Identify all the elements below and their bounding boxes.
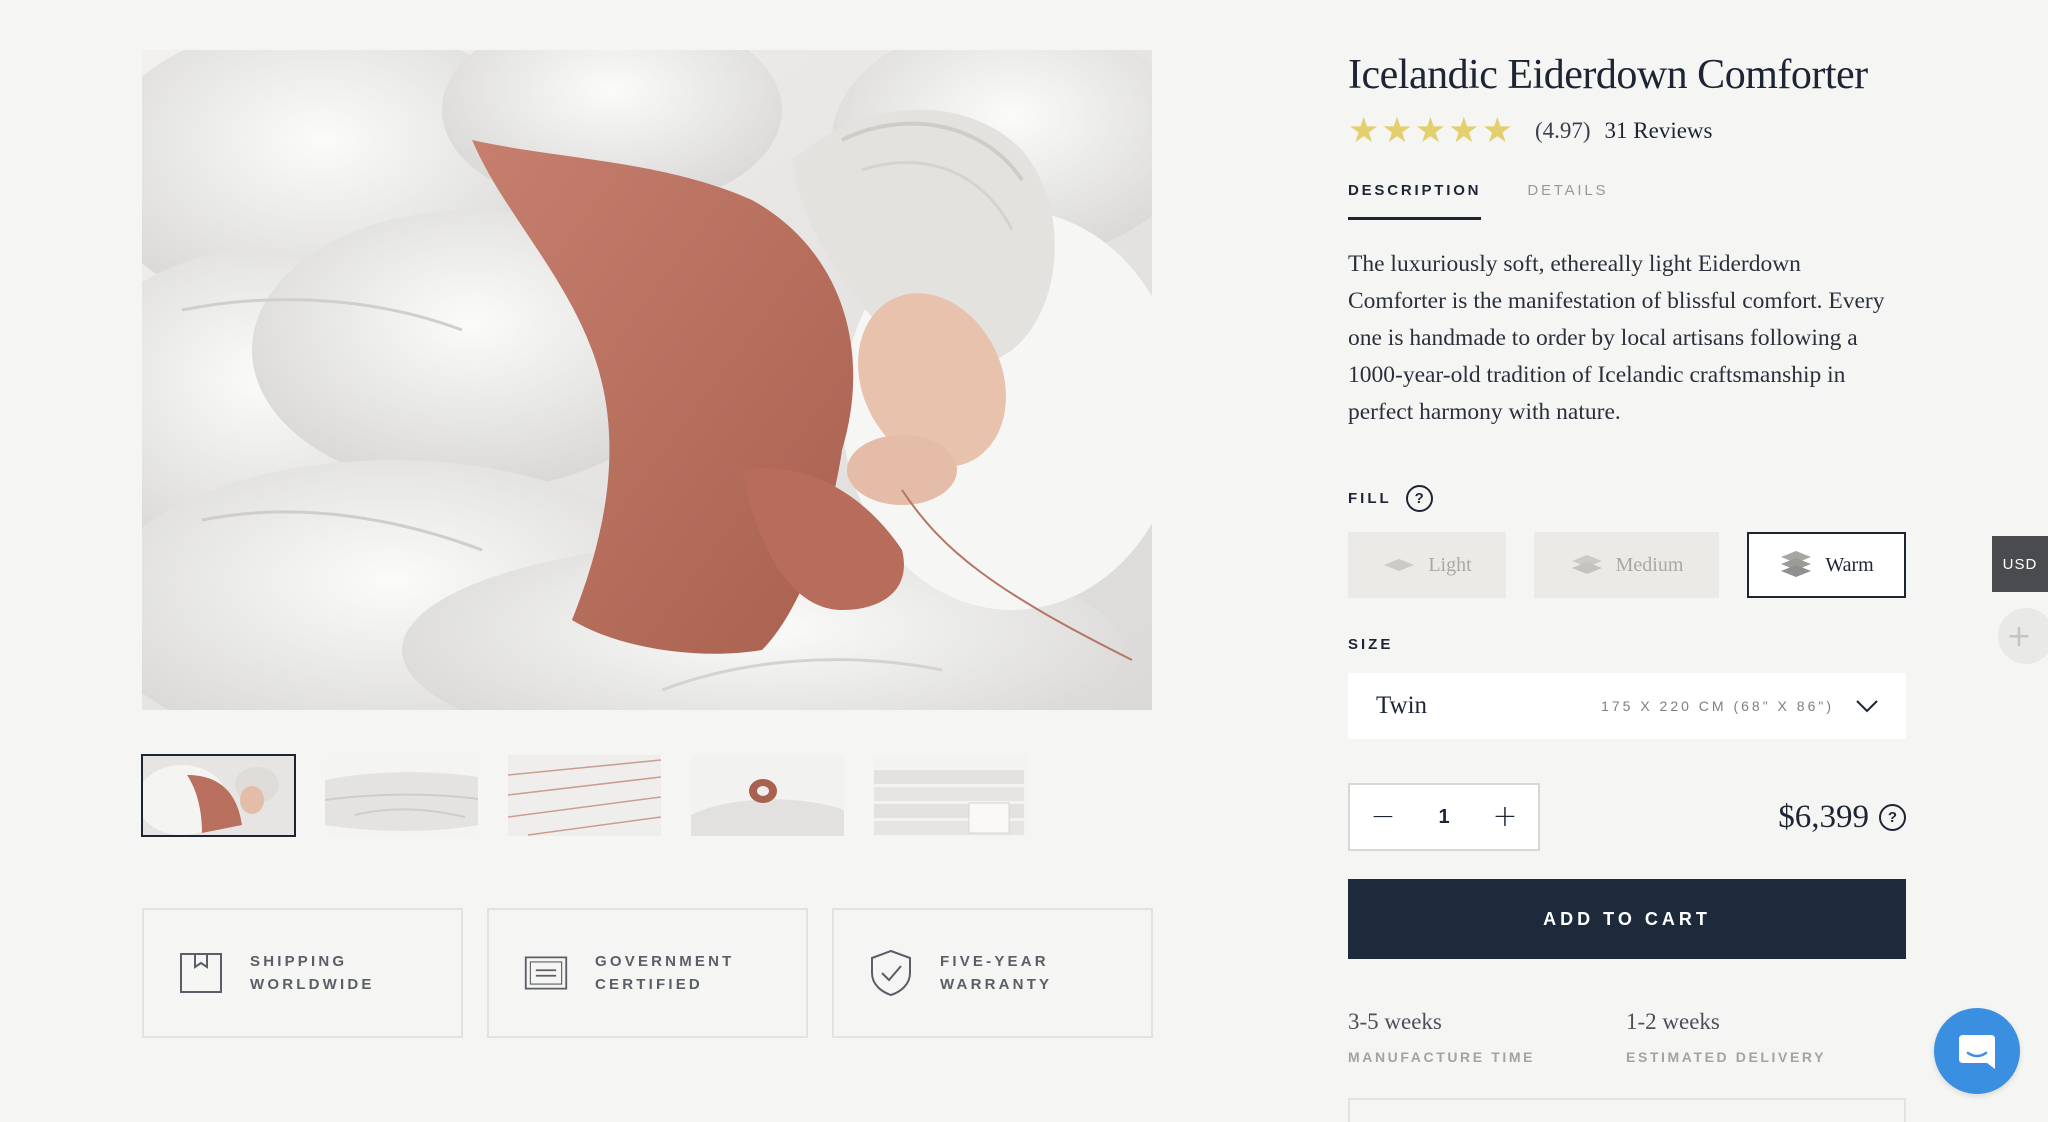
timing-row: 3-5 weeks MANUFACTURE TIME 1-2 weeks EST… [1348, 1009, 1906, 1065]
rating-row: ★ ★ ★ ★ ★ (4.97) 31 Reviews [1348, 112, 1906, 150]
feature-boxes: SHIPPING WORLDWIDE GOVERNMENT CERTIFIED … [142, 908, 1153, 1038]
manufacture-time: 3-5 weeks MANUFACTURE TIME [1348, 1009, 1626, 1065]
thumbnail-1[interactable] [141, 754, 296, 837]
layer-light-icon [1384, 559, 1415, 571]
product-description: The luxuriously soft, ethereally light E… [1348, 251, 1885, 425]
feature-shipping: SHIPPING WORLDWIDE [142, 908, 463, 1038]
chat-launcher-button[interactable] [1934, 1008, 2020, 1094]
manufacture-time-value: 3-5 weeks [1348, 1009, 1442, 1034]
thumbnail-1-artwork [142, 755, 295, 836]
feature-warranty-line2: WARRANTY [940, 976, 1053, 993]
size-dropdown[interactable]: Twin 175 X 220 CM (68" X 86") [1348, 673, 1906, 739]
star-rating-icon: ★ ★ ★ ★ ★ [1348, 113, 1513, 149]
add-to-cart-button[interactable]: ADD TO CART [1348, 879, 1906, 959]
reviews-link[interactable]: 31 Reviews [1605, 118, 1713, 144]
star-icon: ★ [1414, 111, 1447, 151]
thumbnail-5-artwork [874, 755, 1027, 836]
fill-option-warm-label: Warm [1825, 553, 1874, 576]
fill-option-warm[interactable]: Warm [1747, 532, 1906, 598]
estimated-delivery-label: ESTIMATED DELIVERY [1626, 1049, 1827, 1065]
thumbnail-4-artwork [691, 755, 844, 836]
quantity-stepper: − 1 + [1348, 783, 1540, 851]
certificate-icon [523, 950, 569, 996]
product-title: Icelandic Eiderdown Comforter [1348, 52, 1868, 98]
lower-panel [1348, 1098, 1906, 1122]
price-block: $6,399 ? [1778, 799, 1906, 836]
fill-option-light[interactable]: Light [1348, 532, 1506, 598]
layer-warm-icon [1781, 551, 1812, 577]
estimated-delivery: 1-2 weeks ESTIMATED DELIVERY [1626, 1009, 1904, 1065]
box-icon [178, 950, 224, 996]
star-icon: ★ [1448, 111, 1480, 151]
tab-description[interactable]: DESCRIPTION [1348, 182, 1482, 220]
fill-options: Light Medium Warm [1348, 532, 1906, 598]
thumbnail-2-artwork [325, 755, 478, 836]
price: $6,399 [1778, 798, 1869, 835]
main-product-image[interactable] [142, 50, 1152, 710]
star-icon: ★ [1348, 111, 1380, 151]
feature-warranty: FIVE-YEAR WARRANTY [832, 908, 1153, 1038]
rating-score: (4.97) [1534, 118, 1591, 143]
fill-label-row: FILL ? [1348, 485, 1906, 512]
fill-option-medium-label: Medium [1615, 553, 1684, 576]
fill-option-light-label: Light [1428, 553, 1472, 576]
feature-certified: GOVERNMENT CERTIFIED [487, 908, 808, 1038]
estimated-delivery-value: 1-2 weeks [1626, 1009, 1720, 1034]
thumbnail-3[interactable] [508, 755, 661, 836]
fill-help-icon[interactable]: ? [1405, 485, 1433, 512]
feature-shipping-line1: SHIPPING [250, 953, 348, 970]
quantity-value[interactable]: 1 [1438, 806, 1449, 829]
tab-details[interactable]: DETAILS [1527, 182, 1608, 220]
decrease-quantity-button[interactable]: − [1368, 802, 1398, 832]
thumbnail-2[interactable] [325, 755, 478, 836]
quantity-price-row: − 1 + $6,399 ? [1348, 783, 1906, 851]
layer-medium-icon [1571, 555, 1602, 574]
price-help-icon[interactable]: ? [1879, 803, 1906, 831]
feature-warranty-line1: FIVE-YEAR [940, 953, 1049, 970]
fill-option-medium[interactable]: Medium [1534, 532, 1719, 598]
manufacture-time-label: MANUFACTURE TIME [1348, 1049, 1536, 1065]
feature-certified-line2: CERTIFIED [595, 976, 703, 993]
product-info: Icelandic Eiderdown Comforter ★ ★ ★ ★ ★ … [1348, 50, 1906, 1065]
thumbnail-5[interactable] [874, 755, 1027, 836]
feature-shipping-line2: WORLDWIDE [250, 976, 375, 993]
thumbnail-strip [141, 754, 1027, 837]
star-icon: ★ [1481, 111, 1513, 151]
size-label: SIZE [1348, 636, 1394, 653]
thumbnail-4[interactable] [691, 755, 844, 836]
fill-label: FILL [1348, 490, 1392, 507]
currency-selector[interactable]: USD [1992, 536, 2048, 592]
main-image-artwork [142, 50, 1152, 710]
star-icon: ★ [1381, 111, 1413, 151]
increase-quantity-button[interactable]: + [1490, 802, 1520, 832]
chevron-down-icon [1856, 700, 1878, 713]
add-icon[interactable]: + [1998, 608, 2048, 664]
size-dimensions: 175 X 220 CM (68" X 86") [1601, 698, 1834, 714]
size-selected-value: Twin [1376, 692, 1428, 719]
shield-check-icon [868, 949, 914, 997]
feature-certified-line1: GOVERNMENT [595, 953, 735, 970]
product-tabs: DESCRIPTION DETAILS [1348, 182, 1906, 220]
thumbnail-3-artwork [508, 755, 661, 836]
chat-icon [1959, 1035, 1995, 1069]
